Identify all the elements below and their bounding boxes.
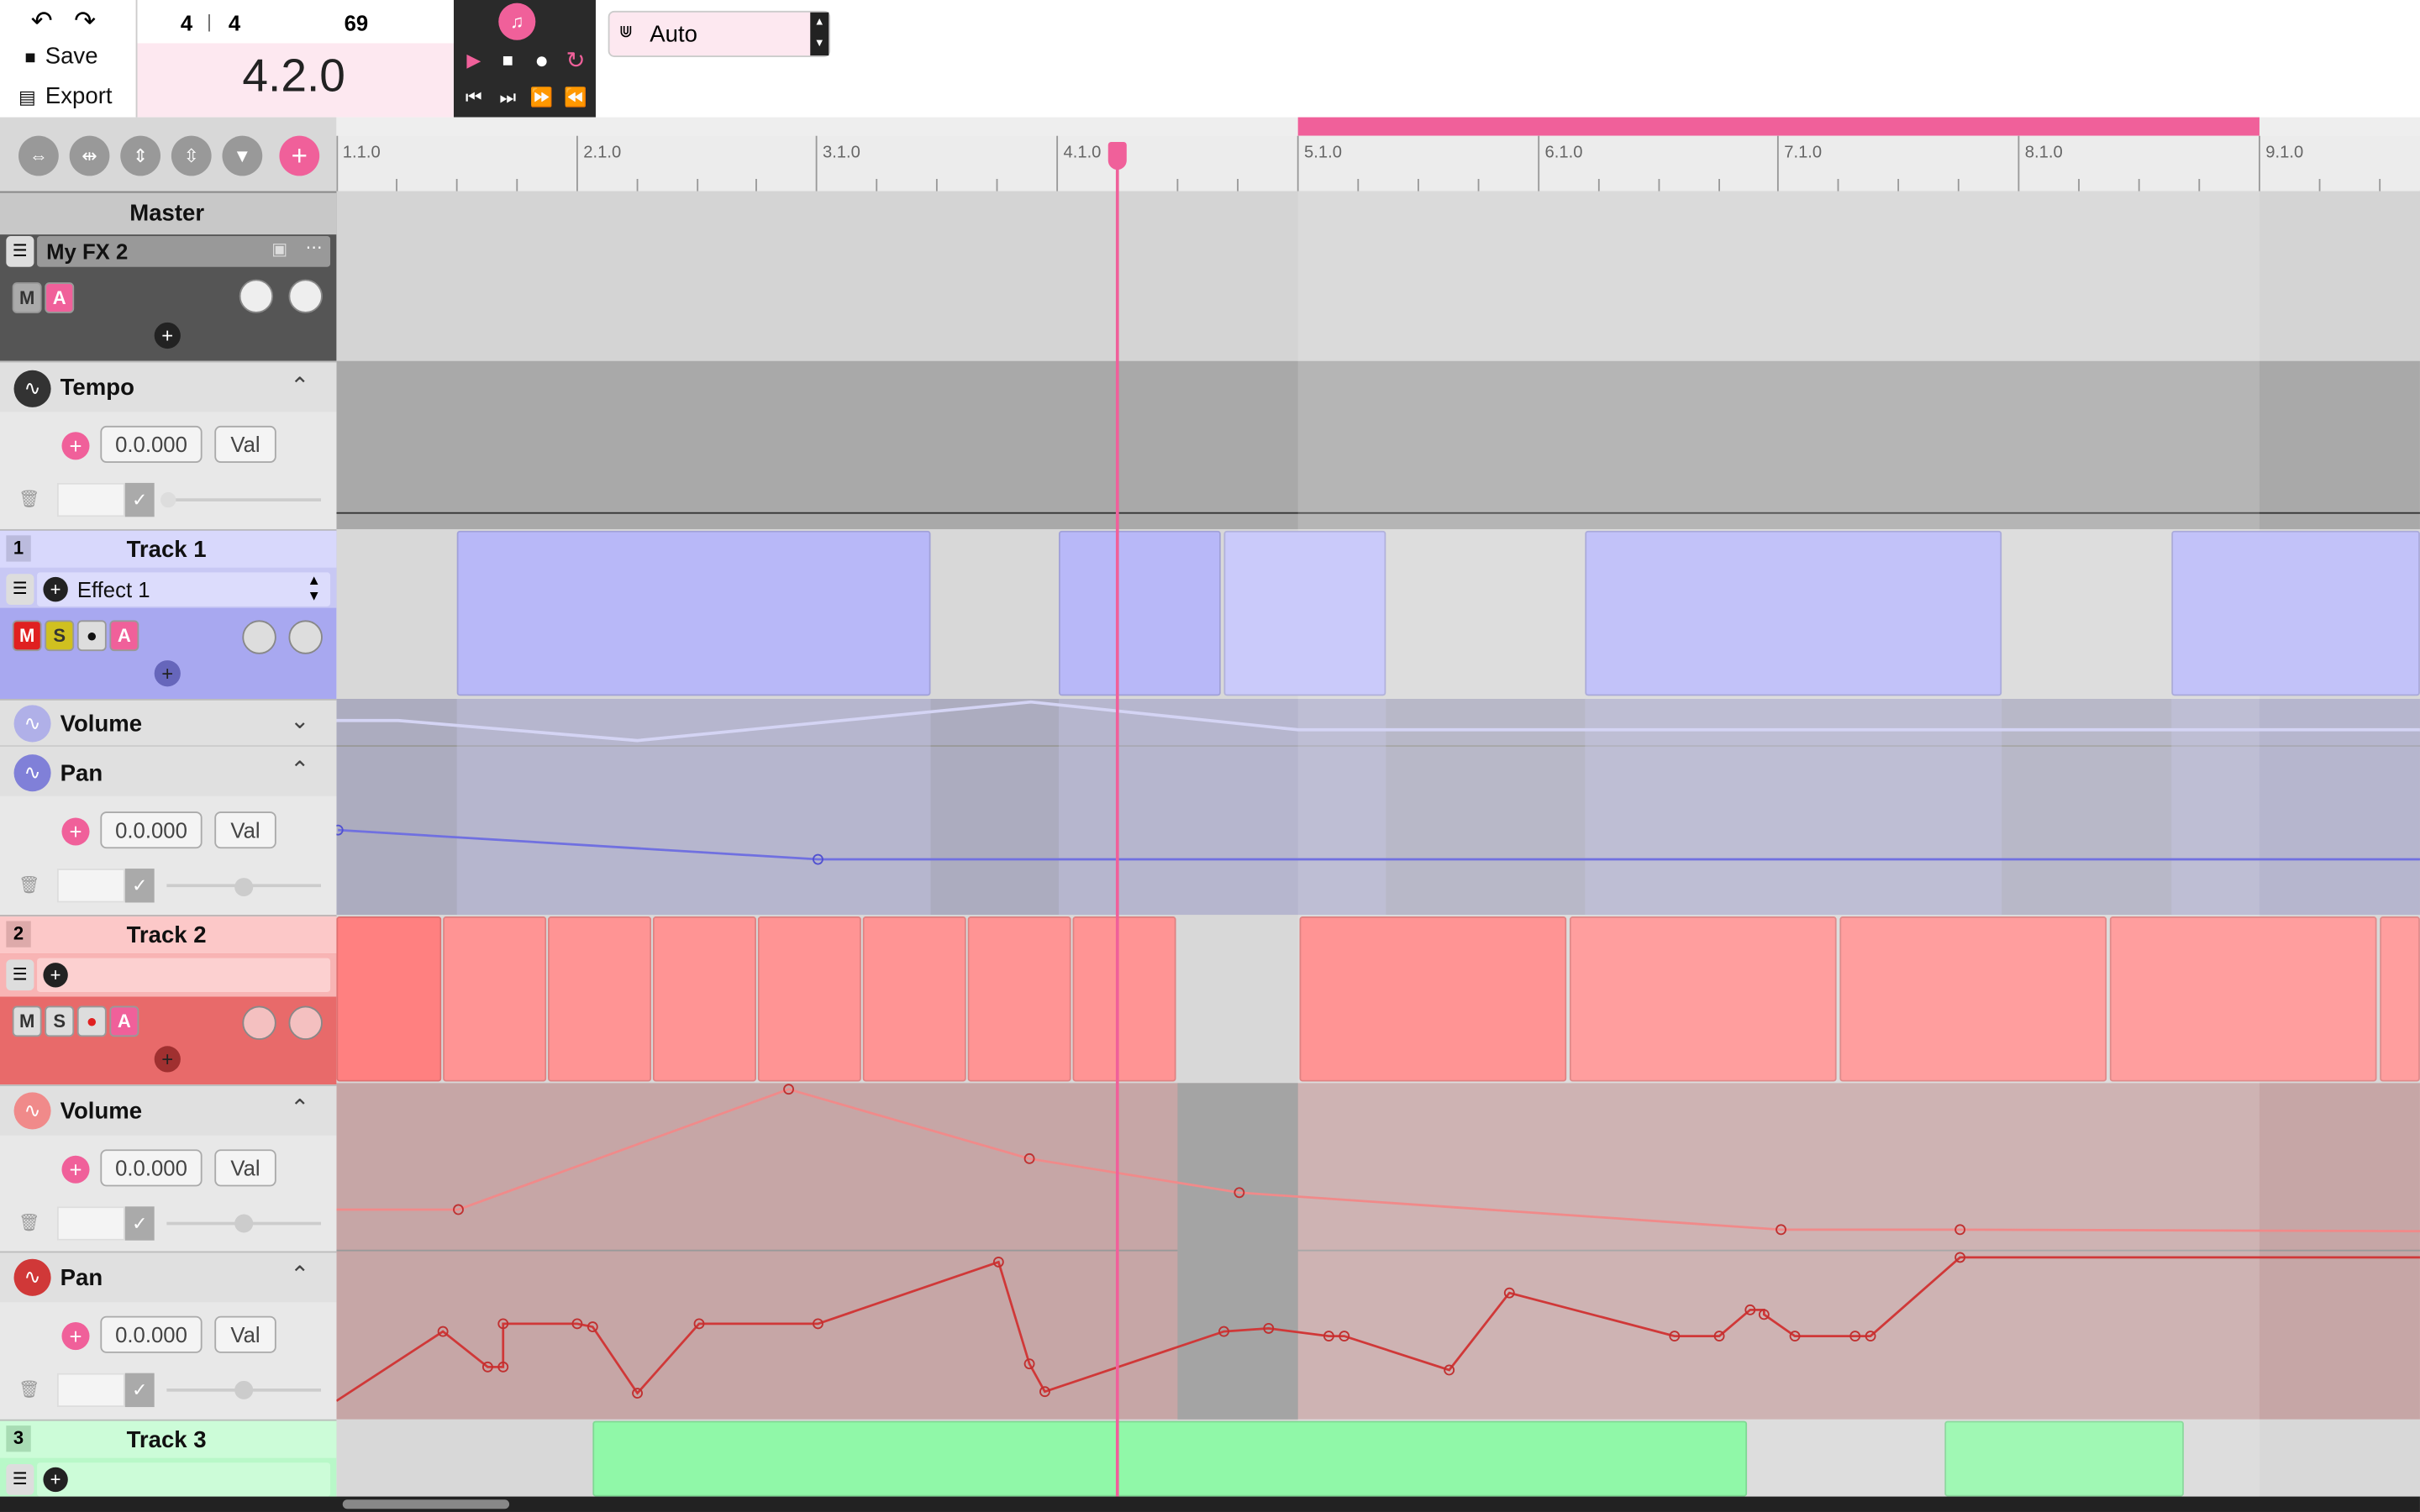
track1-pan-knob[interactable] [288, 620, 323, 654]
track2-volume-input[interactable]: 0.0.000 [100, 1149, 203, 1187]
track1-solo-button[interactable]: S [45, 620, 75, 652]
collapse-icon[interactable]: ⌃ [290, 1094, 309, 1121]
track1-mute-button[interactable]: M [12, 620, 42, 652]
track1-automation-button[interactable]: A [109, 620, 139, 652]
add-effect-icon[interactable]: + [43, 963, 68, 988]
automation-curves [332, 700, 2420, 1402]
master-mute-button[interactable]: M [12, 282, 42, 313]
track3-header: 3 Track 3 ☰ + [0, 1419, 337, 1497]
automation-icon: ∿ [13, 754, 51, 792]
track1-volume-knob[interactable] [242, 620, 276, 654]
track1-volume-curve [336, 700, 2420, 743]
master-title: Master [129, 200, 205, 227]
collapse-icon[interactable]: ⌃ [290, 372, 309, 399]
collapse-icon[interactable]: ⌃ [290, 756, 309, 784]
add-point-button[interactable]: + [61, 1155, 90, 1184]
track1-pan-title: Pan [60, 760, 103, 787]
track2-header: 2 Track 2 ☰ + M S ● A + [0, 915, 337, 1085]
track2-record-button[interactable]: ● [76, 1005, 107, 1037]
track1-header: 1 Track 1 ☰ + Effect 1 ▲ ▼ M S ● A + [0, 528, 337, 700]
track1-pan-slider[interactable] [234, 878, 254, 897]
playhead[interactable] [1115, 154, 1119, 1497]
check-icon[interactable]: ✓ [124, 1373, 155, 1408]
automation-icon: ∿ [13, 705, 51, 743]
add-point-button[interactable]: + [61, 817, 90, 846]
effect-stepper-icon[interactable]: ▲ ▼ [308, 572, 321, 603]
check-icon[interactable]: ✓ [124, 482, 155, 517]
add-effect-icon[interactable]: + [154, 322, 181, 349]
mixer-icon[interactable]: ☰ [6, 236, 34, 267]
horizontal-scrollbar[interactable] [0, 1496, 2420, 1512]
track2-pan-val-button[interactable]: Val [214, 1315, 276, 1353]
tempo-title: Tempo [60, 375, 134, 402]
master-automation-button[interactable]: A [45, 282, 75, 313]
trash-icon[interactable]: 🗑 [18, 489, 40, 509]
track1-volume-title: Volume [60, 711, 143, 738]
effect-name: Effect 1 [76, 576, 150, 602]
track3-title[interactable]: Track 3 [127, 1427, 207, 1453]
check-icon[interactable]: ✓ [124, 1206, 155, 1241]
tempo-header: ∿ Tempo ⌃ + 0.0.000 Val 🗑 ✓ [0, 360, 337, 529]
effect-select[interactable] [37, 1462, 331, 1497]
track2-volume-slider[interactable] [234, 1214, 254, 1233]
track2-volume-header: ∿ Volume ⌃ + 0.0.000 Val 🗑 ✓ [0, 1084, 337, 1252]
trash-icon[interactable]: 🗑 [18, 874, 40, 895]
automation-icon: ∿ [13, 1258, 51, 1296]
add-point-button[interactable]: + [61, 432, 90, 460]
more-icon[interactable]: ⋯ [306, 238, 323, 258]
save-preset-icon[interactable]: ▣ [271, 239, 287, 260]
track2-mute-button[interactable]: M [12, 1005, 42, 1037]
check-icon[interactable]: ✓ [124, 869, 155, 903]
track2-pan-knob[interactable] [288, 1005, 323, 1040]
track2-pan-curve [335, 1256, 2420, 1402]
collapse-icon[interactable]: ⌃ [290, 1261, 309, 1288]
track2-volume-title: Volume [60, 1098, 143, 1125]
scrollbar-thumb[interactable] [342, 1499, 510, 1509]
track2-volume-knob[interactable] [242, 1005, 276, 1040]
track2-pan-header: ∿ Pan ⌃ + 0.0.000 Val 🗑 ✓ [0, 1251, 337, 1420]
add-effect-icon[interactable]: + [43, 1467, 68, 1493]
track2-volume-val-button[interactable]: Val [214, 1149, 276, 1187]
track1-val-button[interactable]: Val [214, 811, 276, 849]
track1-pan-curve [338, 828, 2420, 861]
expand-icon[interactable]: ⌄ [290, 706, 309, 734]
track1-title[interactable]: Track 1 [127, 537, 207, 563]
automation-icon: ∿ [13, 370, 51, 407]
master-fx-name[interactable]: My FX 2 [46, 239, 128, 264]
track2-title[interactable]: Track 2 [127, 922, 207, 948]
tempo-slider[interactable] [160, 491, 176, 508]
track2-solo-button[interactable]: S [45, 1005, 75, 1037]
track2-automation-button[interactable]: A [109, 1005, 139, 1037]
mixer-icon[interactable]: ☰ [6, 1464, 34, 1495]
track2-volume-curve [336, 1088, 2420, 1233]
track-number: 1 [6, 535, 31, 562]
track1-automation-header: ∿ Volume ⌄ ∿ Pan ⌃ + 0.0.000 Val 🗑 ✓ [0, 699, 337, 916]
mixer-icon[interactable]: ☰ [6, 959, 34, 991]
track2-pan-input[interactable]: 0.0.000 [100, 1315, 203, 1353]
add-effect-icon[interactable]: + [154, 1046, 181, 1073]
tempo-val-button[interactable]: Val [214, 425, 276, 464]
track-number: 3 [6, 1425, 31, 1452]
tempo-value-input[interactable]: 0.0.000 [100, 425, 203, 464]
master-header: Master ☰ My FX 2 ▣ ⋯ M A + [0, 191, 337, 361]
trash-icon[interactable]: 🗑 [18, 1379, 40, 1399]
mixer-icon[interactable]: ☰ [6, 574, 34, 605]
track2-pan-slider[interactable] [234, 1380, 254, 1399]
master-pan-knob[interactable] [288, 279, 323, 313]
add-point-button[interactable]: + [61, 1322, 90, 1351]
track2-pan-title: Pan [60, 1265, 103, 1292]
add-effect-icon[interactable]: + [154, 660, 181, 687]
trash-icon[interactable]: 🗑 [18, 1213, 40, 1232]
track1-record-button[interactable]: ● [76, 620, 107, 652]
track1-pan-input[interactable]: 0.0.000 [100, 811, 203, 849]
automation-icon: ∿ [13, 1092, 51, 1130]
add-effect-icon[interactable]: + [43, 576, 68, 602]
playhead-handle[interactable] [1107, 141, 1127, 171]
effect-select[interactable] [37, 958, 331, 992]
master-volume-knob[interactable] [239, 279, 274, 313]
track-number: 2 [6, 921, 31, 948]
